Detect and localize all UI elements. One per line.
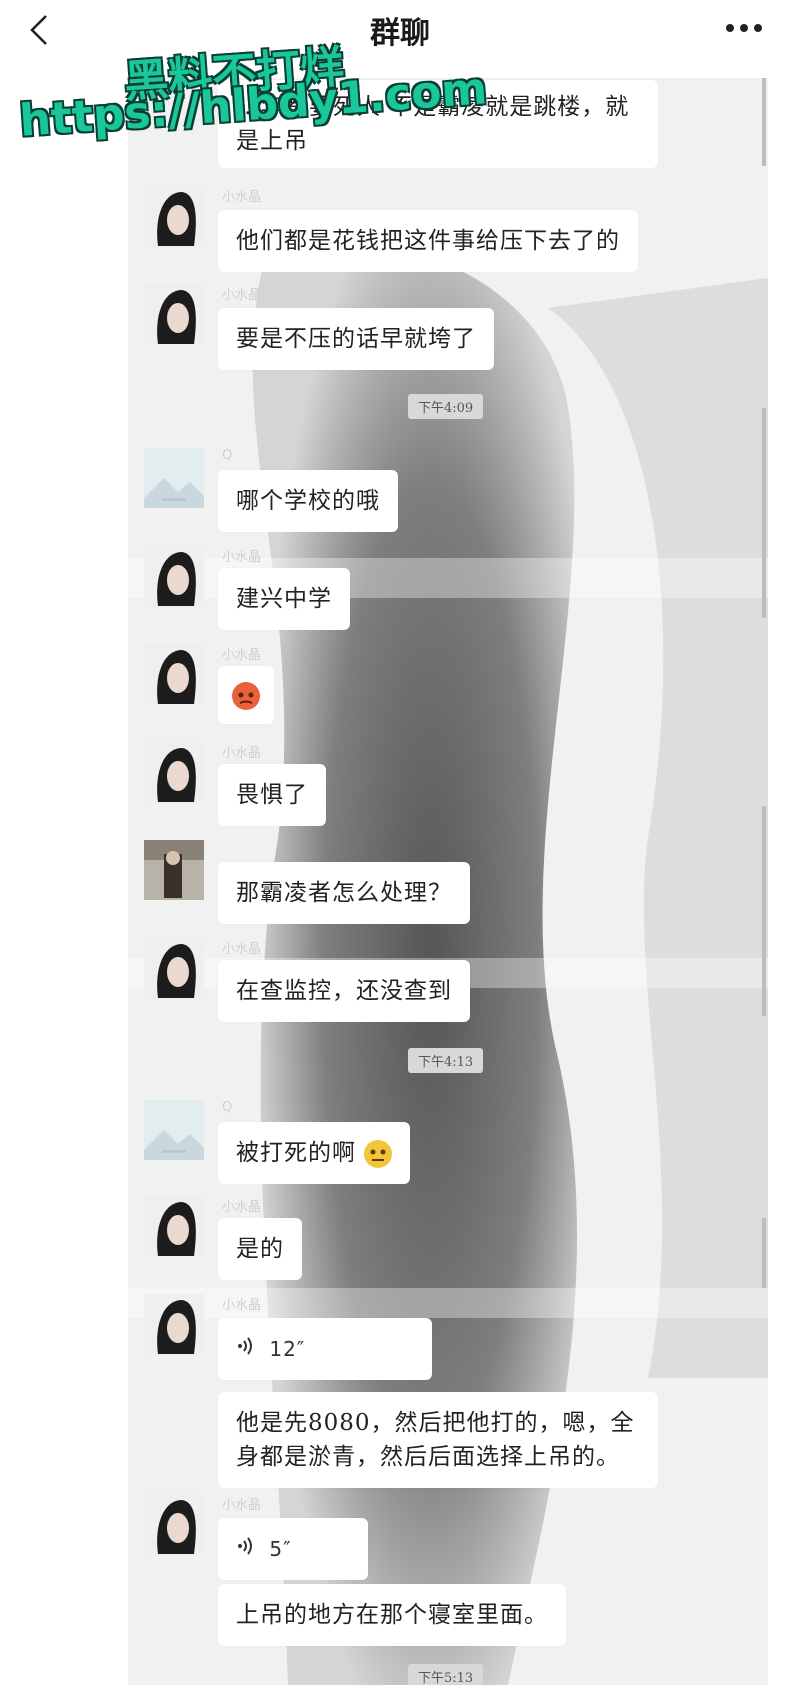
- sender-name: Q: [222, 1100, 233, 1115]
- avatar[interactable]: [144, 938, 204, 998]
- message-bubble[interactable]: 哪个学校的哦: [218, 470, 398, 532]
- message-text: 在查监控，还没查到: [236, 978, 452, 1004]
- message-text: 他是先8080，然后把他打的，嗯，全身都是淤青，然后后面选择上吊的。: [236, 1410, 635, 1470]
- avatar[interactable]: [144, 186, 204, 246]
- avatar[interactable]: [144, 448, 204, 508]
- avatar[interactable]: [144, 546, 204, 606]
- message-text: 他们都是花钱把这件事给压下去了的: [236, 228, 620, 254]
- avatar[interactable]: [144, 1494, 204, 1554]
- page-title: 群聊: [370, 16, 430, 51]
- sender-name: 小水晶: [222, 648, 262, 663]
- voice-duration: 5″: [269, 1537, 292, 1561]
- timestamp: 下午4:13: [408, 1048, 484, 1073]
- avatar[interactable]: [144, 1100, 204, 1160]
- sender-name: 小水晶: [222, 550, 262, 565]
- scroll-marks: [762, 78, 766, 1288]
- message-bubble[interactable]: 是的: [218, 1218, 302, 1280]
- message-bubble[interactable]: [218, 666, 274, 724]
- message-bubble[interactable]: 在查监控，还没查到: [218, 960, 470, 1022]
- sender-name: 小水晶: [222, 942, 262, 957]
- message-bubble[interactable]: 那霸凌者怎么处理？: [218, 862, 470, 924]
- sender-name: 小水晶: [222, 190, 262, 205]
- message-text: 被打死的啊: [236, 1140, 356, 1166]
- voice-wave-icon: [236, 1537, 263, 1561]
- message-bubble[interactable]: 建兴中学: [218, 568, 350, 630]
- message-text: 上吊的地方在那个寝室里面。: [236, 1602, 548, 1628]
- avatar[interactable]: [144, 1294, 204, 1354]
- avatar[interactable]: [144, 742, 204, 802]
- awkward-face-emoji-icon: [364, 1140, 393, 1168]
- more-options-button[interactable]: [722, 14, 770, 42]
- message-text: 建兴中学: [236, 586, 332, 612]
- timestamp: 下午5:13: [408, 1664, 484, 1685]
- message-bubble[interactable]: 他们都是花钱把这件事给压下去了的: [218, 210, 638, 272]
- voice-transcript-bubble[interactable]: 他是先8080，然后把他打的，嗯，全身都是淤青，然后后面选择上吊的。: [218, 1392, 658, 1488]
- sender-name: 小水晶: [222, 288, 262, 303]
- voice-duration: 12″: [269, 1337, 306, 1361]
- message-text: 那霸凌者怎么处理？: [236, 880, 452, 906]
- avatar[interactable]: [144, 840, 204, 900]
- sender-name: 小水晶: [222, 1298, 262, 1313]
- avatar[interactable]: [144, 1196, 204, 1256]
- avatar[interactable]: [144, 284, 204, 344]
- more-dots-icon: [726, 24, 762, 32]
- voice-message-bubble[interactable]: 5″: [218, 1518, 368, 1580]
- voice-transcript-bubble[interactable]: 上吊的地方在那个寝室里面。: [218, 1584, 566, 1646]
- sender-name: 小水晶: [222, 746, 262, 761]
- avatar[interactable]: [144, 644, 204, 704]
- message-bubble[interactable]: 要是不压的话早就垮了: [218, 308, 494, 370]
- voice-message-bubble[interactable]: 12″: [218, 1318, 432, 1380]
- sender-name: 小水晶: [222, 1498, 262, 1513]
- angry-face-emoji-icon: [232, 682, 260, 710]
- sender-name: Q: [222, 448, 233, 463]
- message-text: 是的: [236, 1236, 284, 1262]
- message-bubble[interactable]: 畏惧了: [218, 764, 326, 826]
- message-text: 哪个学校的哦: [236, 488, 380, 514]
- voice-wave-icon: [236, 1337, 263, 1361]
- message-text: 要是不压的话早就垮了: [236, 326, 476, 352]
- message-text: 畏惧了: [236, 782, 308, 808]
- sender-name: 小水晶: [222, 1200, 262, 1215]
- timestamp: 下午4:09: [408, 394, 484, 419]
- message-bubble[interactable]: 被打死的啊: [218, 1122, 411, 1184]
- chat-header: 群聊: [0, 0, 800, 78]
